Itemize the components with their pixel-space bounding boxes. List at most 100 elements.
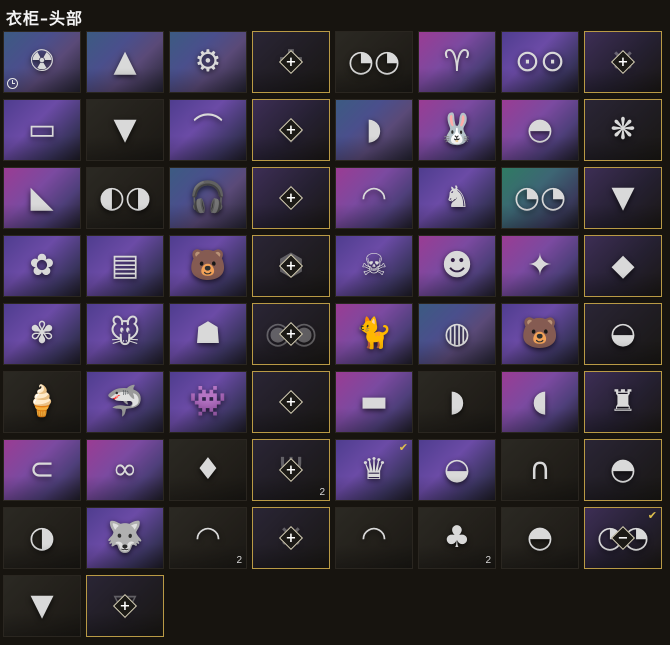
- shades-icon: ◔◔: [513, 180, 567, 215]
- wardrobe-item[interactable]: ▼: [584, 167, 662, 229]
- wardrobe-item[interactable]: ◗: [335, 99, 413, 161]
- wardrobe-item[interactable]: ▤: [86, 235, 164, 297]
- wardrobe-item[interactable]: ◔◔: [335, 31, 413, 93]
- wardrobe-item[interactable]: ✕+: [584, 31, 662, 93]
- wardrobe-item[interactable]: ◍: [418, 303, 496, 365]
- wardrobe-item[interactable]: +: [252, 371, 330, 433]
- black-face-mask-icon: ▼: [30, 588, 54, 623]
- shower-cap-icon: ✿: [29, 248, 55, 283]
- teddy-bear-head-icon: 🐻: [521, 316, 559, 351]
- wardrobe-item[interactable]: ◖: [501, 371, 579, 433]
- wardrobe-item[interactable]: Ψ+2: [252, 439, 330, 501]
- wardrobe-item[interactable]: 🍦: [3, 371, 81, 433]
- cat-mask-icon: ▼: [611, 180, 635, 215]
- add-icon[interactable]: +: [278, 389, 304, 415]
- bunny-head-icon: 🐰: [438, 112, 476, 147]
- wardrobe-item[interactable]: ◓: [501, 507, 579, 569]
- wardrobe-item[interactable]: ♞: [418, 167, 496, 229]
- wardrobe-item[interactable]: ☢: [3, 31, 81, 93]
- pink-bear-hat-icon: ◓: [526, 520, 554, 555]
- wardrobe-item[interactable]: ⊙⊙: [501, 31, 579, 93]
- wardrobe-item[interactable]: ▭: [3, 99, 81, 161]
- wardrobe-item[interactable]: ⊂: [3, 439, 81, 501]
- harness-mask-icon: ⚙: [194, 44, 222, 79]
- wardrobe-item[interactable]: ◔◔−✔: [584, 507, 662, 569]
- wardrobe-item[interactable]: ◒: [418, 439, 496, 501]
- wardrobe-item[interactable]: ⬢+: [252, 235, 330, 297]
- wardrobe-item[interactable]: ☻: [418, 235, 496, 297]
- wardrobe-item[interactable]: ✧+: [252, 167, 330, 229]
- wardrobe-item[interactable]: ♛ ✔: [335, 439, 413, 501]
- item-count: 2: [236, 555, 242, 566]
- bow-hat-icon: ◓: [526, 112, 554, 147]
- headphones-icon: 🎧: [189, 180, 227, 215]
- wardrobe-item[interactable]: ✚+: [252, 31, 330, 93]
- wardrobe-item[interactable]: ◉◉+: [252, 303, 330, 365]
- mouse-mask-icon: 🐭: [109, 316, 141, 351]
- ice-cream-hat-icon: 🍦: [23, 384, 61, 419]
- leather-cap-icon: ◒: [443, 452, 471, 487]
- wardrobe-item[interactable]: ☗: [169, 303, 247, 365]
- wardrobe-item[interactable]: ♣ 2: [418, 507, 496, 569]
- wardrobe-item[interactable]: 🐻: [501, 303, 579, 365]
- wardrobe-item[interactable]: ✦: [501, 235, 579, 297]
- wardrobe-item[interactable]: ◆: [584, 235, 662, 297]
- wardrobe-item[interactable]: 🐺: [86, 507, 164, 569]
- wardrobe-item[interactable]: ◓: [584, 439, 662, 501]
- wardrobe-item[interactable]: ▲: [86, 31, 164, 93]
- wardrobe-item[interactable]: ⌒: [169, 99, 247, 161]
- wardrobe-item[interactable]: ▼: [86, 99, 164, 161]
- helmet-plume-icon: ♜: [609, 384, 637, 419]
- husky-head-icon: 🐺: [106, 520, 144, 555]
- wardrobe-item[interactable]: 🐻: [169, 235, 247, 297]
- pink-face-mask-icon: ◑: [28, 520, 56, 555]
- rag-mask-icon: ▤: [110, 248, 140, 283]
- cat-ears-mask-icon: ◆: [611, 248, 635, 283]
- wardrobe-item[interactable]: ◠ 2: [169, 507, 247, 569]
- wardrobe-item[interactable]: ◠: [335, 507, 413, 569]
- wardrobe-item[interactable]: ☠: [335, 235, 413, 297]
- wardrobe-item[interactable]: ♈: [418, 31, 496, 93]
- wardrobe-item[interactable]: 🐭: [86, 303, 164, 365]
- wardrobe-item[interactable]: ▬: [335, 371, 413, 433]
- wardrobe-item[interactable]: ✕+: [252, 507, 330, 569]
- wardrobe-item[interactable]: ◠: [335, 167, 413, 229]
- checkmark-icon: ✔: [647, 510, 657, 522]
- wardrobe-item[interactable]: ✾: [3, 303, 81, 365]
- wardrobe-item[interactable]: ♜: [584, 371, 662, 433]
- wardrobe-item[interactable]: ❋: [584, 99, 662, 161]
- wardrobe-item[interactable]: ∞: [86, 439, 164, 501]
- black-face-mask-icon: ☗: [194, 316, 222, 351]
- wardrobe-item[interactable]: ◔◔: [501, 167, 579, 229]
- wardrobe-item[interactable]: ∩: [501, 439, 579, 501]
- wardrobe-item[interactable]: ◆+: [252, 99, 330, 161]
- beanie-icon: ◠: [360, 180, 388, 215]
- black-cat-hat-icon: 🐈: [355, 316, 393, 351]
- gold-mask-icon: ♛: [360, 452, 388, 487]
- wardrobe-item[interactable]: ▼: [3, 575, 81, 637]
- item-count: 2: [485, 555, 491, 566]
- wardrobe-item[interactable]: ✿: [3, 235, 81, 297]
- item-count: 2: [319, 487, 325, 498]
- neck-pillow-icon: ⊂: [29, 452, 55, 487]
- wardrobe-item[interactable]: ◑: [3, 507, 81, 569]
- yellow-hood-icon: ♣: [443, 520, 471, 555]
- bow-headband-icon: ✾: [29, 316, 55, 351]
- wardrobe-item[interactable]: ♦: [169, 439, 247, 501]
- wardrobe-item[interactable]: ◓: [501, 99, 579, 161]
- red-chain-glasses-icon: ∞: [112, 452, 138, 487]
- wardrobe-item[interactable]: 🐰: [418, 99, 496, 161]
- wardrobe-item[interactable]: ◒: [584, 303, 662, 365]
- wardrobe-item[interactable]: 🎧: [169, 167, 247, 229]
- wardrobe-item[interactable]: 👾: [169, 371, 247, 433]
- wardrobe-item[interactable]: ◐◑: [86, 167, 164, 229]
- pink-visor-icon: ⌒: [193, 112, 223, 147]
- wardrobe-item[interactable]: ◣: [3, 167, 81, 229]
- white-visor-icon: ▭: [27, 112, 57, 147]
- wardrobe-item[interactable]: ⚙: [169, 31, 247, 93]
- wardrobe-item[interactable]: 🦈: [86, 371, 164, 433]
- bear-head-icon: 🐻: [189, 248, 227, 283]
- wardrobe-item[interactable]: ◗: [418, 371, 496, 433]
- wardrobe-item[interactable]: 🐈: [335, 303, 413, 365]
- wardrobe-item[interactable]: ▽+: [86, 575, 164, 637]
